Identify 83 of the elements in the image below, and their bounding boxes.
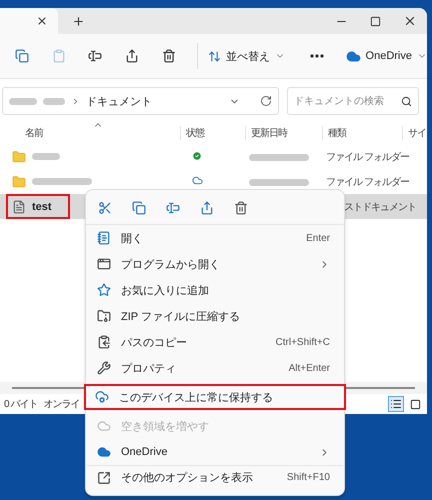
menu-item[interactable]: ZIP ファイルに圧縮する bbox=[86, 303, 344, 329]
cloud-icon bbox=[346, 48, 361, 64]
file-type: ファイル フォルダー bbox=[326, 176, 409, 188]
redacted-text bbox=[9, 98, 37, 104]
menu-label: プロパティ bbox=[121, 362, 176, 376]
details-view-button[interactable] bbox=[388, 396, 404, 412]
clipboard-icon bbox=[52, 49, 66, 63]
menu-label: ZIP ファイルに圧縮する bbox=[121, 310, 240, 324]
clipboard-icon bbox=[97, 335, 111, 349]
scissors-icon bbox=[98, 201, 112, 215]
menu-item[interactable]: プログラムから開く bbox=[86, 251, 344, 277]
folder-icon bbox=[12, 150, 26, 164]
menu-label: 開く bbox=[121, 232, 143, 246]
cloud-icon bbox=[97, 419, 111, 433]
trash-icon bbox=[162, 49, 176, 63]
menu-label: このデバイス上に常に保持する bbox=[119, 390, 273, 404]
folder-icon bbox=[12, 174, 26, 188]
column-header[interactable]: 種類 bbox=[322, 126, 402, 140]
status-text: オンライ bbox=[43, 398, 80, 411]
search-field[interactable]: ドキュメントの検索 bbox=[287, 87, 419, 115]
sort-arrows-icon bbox=[208, 50, 221, 62]
menu-label: OneDrive bbox=[121, 446, 168, 458]
menu-item[interactable]: プロパティ Alt+Enter bbox=[86, 355, 344, 381]
chevron-icon bbox=[71, 96, 80, 106]
share-icon bbox=[200, 201, 214, 215]
menu-item[interactable]: その他のオプションを表示 Shift+F10 bbox=[86, 465, 344, 491]
copy-icon bbox=[15, 49, 30, 63]
onedrive-button[interactable]: OneDrive bbox=[346, 48, 427, 64]
redacted-text bbox=[32, 153, 60, 160]
square-icon bbox=[410, 398, 420, 410]
menu-item[interactable]: パスのコピー Ctrl+Shift+C bbox=[86, 329, 344, 355]
menu-label: 空き領域を増やす bbox=[121, 420, 209, 434]
menu-item[interactable]: お気に入りに追加 bbox=[86, 277, 344, 303]
rename-icon bbox=[88, 49, 102, 63]
column-header[interactable]: 更新日時 bbox=[245, 126, 322, 140]
menu-item[interactable]: 開く Enter bbox=[86, 225, 344, 251]
maximize-icon[interactable] bbox=[370, 14, 381, 28]
app-window-icon bbox=[97, 257, 111, 271]
cloud-gear-icon bbox=[95, 390, 109, 404]
file-type: ストドキュメント bbox=[344, 200, 416, 214]
shortcut-text: Enter bbox=[306, 232, 330, 244]
file-row[interactable]: ファイル フォルダー bbox=[0, 144, 427, 169]
redacted-text bbox=[249, 154, 309, 160]
path-label: ドキュメント bbox=[86, 94, 152, 108]
menu-label: パスのコピー bbox=[121, 336, 187, 350]
menu-label: お気に入りに追加 bbox=[121, 284, 209, 298]
menu-item[interactable]: このデバイス上に常に保持する bbox=[84, 384, 346, 410]
star-icon bbox=[97, 283, 111, 297]
trash-icon bbox=[234, 201, 248, 215]
redacted-text bbox=[43, 98, 65, 104]
column-header[interactable]: 名前 bbox=[0, 126, 180, 140]
status-text: 0 バイト bbox=[4, 398, 38, 411]
search-placeholder: ドキュメントの検索 bbox=[294, 94, 384, 108]
file-type: ファイル フォルダー bbox=[326, 150, 409, 164]
external-link-icon bbox=[97, 470, 111, 484]
search-icon[interactable] bbox=[401, 96, 412, 106]
rename-icon bbox=[166, 201, 180, 215]
shortcut-text: Alt+Enter bbox=[288, 362, 330, 374]
address-bar[interactable]: ドキュメント bbox=[2, 87, 279, 115]
file-name: test bbox=[32, 200, 52, 212]
document-icon bbox=[12, 200, 26, 214]
cloud-icon bbox=[97, 445, 111, 459]
column-header[interactable]: 状態 bbox=[180, 126, 245, 140]
redacted-text bbox=[249, 178, 309, 186]
new-tab-icon[interactable] bbox=[72, 15, 85, 28]
menu-label: その他のオプションを表示 bbox=[121, 470, 253, 485]
copy-icon bbox=[132, 201, 146, 215]
close-tab-icon[interactable] bbox=[36, 15, 48, 27]
file-row[interactable]: ファイル フォルダー bbox=[0, 169, 427, 194]
zip-folder-icon bbox=[97, 309, 111, 323]
more-icon bbox=[310, 54, 324, 58]
close-icon[interactable] bbox=[403, 14, 417, 28]
notebook-icon bbox=[97, 231, 111, 245]
column-header[interactable]: サイ bbox=[402, 126, 427, 140]
wrench-icon bbox=[97, 361, 111, 375]
refresh-icon[interactable] bbox=[260, 95, 272, 107]
menu-item[interactable]: OneDrive bbox=[86, 439, 344, 465]
redacted-text bbox=[32, 178, 92, 185]
shortcut-text: Shift+F10 bbox=[286, 472, 330, 483]
share-icon bbox=[125, 49, 140, 63]
menu-label: プログラムから開く bbox=[121, 258, 220, 272]
sort-button[interactable]: 並べ替え bbox=[208, 48, 285, 64]
shortcut-text: Ctrl+Shift+C bbox=[276, 336, 330, 348]
